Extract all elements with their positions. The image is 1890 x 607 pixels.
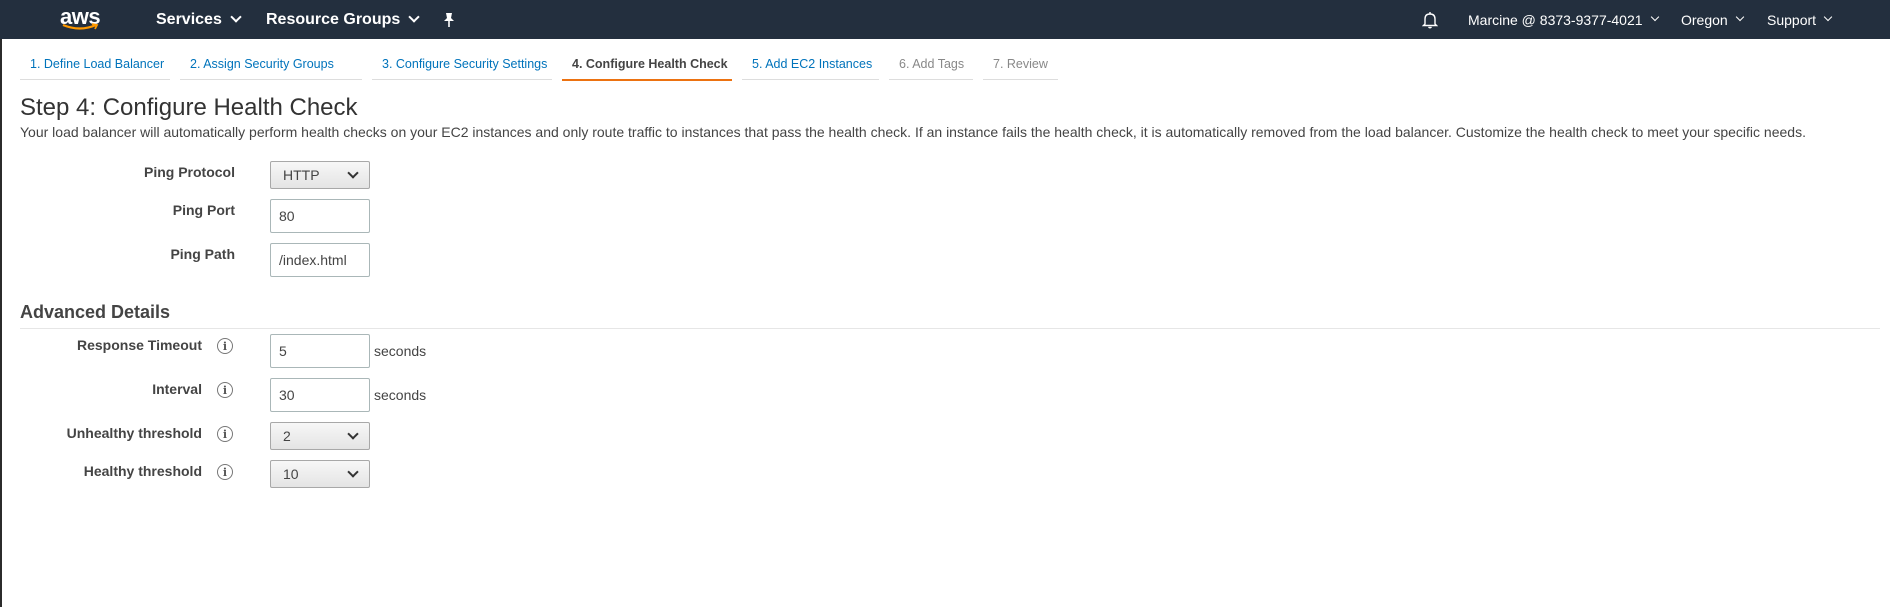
tab-add-tags: 6. Add Tags (889, 57, 973, 80)
response-timeout-input[interactable]: 5 (270, 334, 370, 368)
step-description: Your load balancer will automatically pe… (20, 124, 1806, 140)
notifications-button[interactable] (1422, 0, 1438, 39)
interval-input[interactable]: 30 (270, 378, 370, 412)
tab-add-ec2-instances[interactable]: 5. Add EC2 Instances (742, 57, 879, 80)
info-icon[interactable]: i (217, 426, 233, 442)
page-title: Step 4: Configure Health Check (20, 94, 358, 121)
resource-groups-label: Resource Groups (266, 10, 401, 28)
support-label: Support (1767, 11, 1817, 28)
ping-protocol-value: HTTP (283, 167, 320, 183)
healthy-threshold-value: 10 (283, 466, 299, 482)
chevron-down-icon (347, 167, 359, 179)
info-icon[interactable]: i (217, 338, 233, 354)
resource-groups-menu[interactable]: Resource Groups (266, 0, 420, 39)
bell-icon (1422, 11, 1438, 28)
tab-configure-security-settings[interactable]: 3. Configure Security Settings (372, 57, 552, 80)
region-label: Oregon (1681, 11, 1728, 28)
advanced-details-title: Advanced Details (20, 302, 171, 322)
ping-port-label: Ping Port (172, 202, 235, 218)
chevron-down-icon (347, 466, 359, 478)
region-menu[interactable]: Oregon (1681, 0, 1744, 39)
services-menu[interactable]: Services (156, 0, 242, 39)
interval-label: Interval (152, 381, 202, 397)
response-timeout-label: Response Timeout (77, 337, 202, 353)
tab-assign-security-groups[interactable]: 2. Assign Security Groups (180, 57, 362, 80)
unhealthy-threshold-select[interactable]: 2 (270, 422, 370, 450)
ping-protocol-label: Ping Protocol (144, 164, 235, 180)
chevron-down-icon (347, 428, 359, 440)
services-label: Services (156, 10, 222, 28)
unhealthy-threshold-label: Unhealthy threshold (66, 425, 202, 441)
page-left-border (0, 39, 2, 607)
chevron-down-icon (1823, 12, 1833, 21)
ping-path-input[interactable]: /index.html (270, 243, 370, 277)
aws-smile-icon (62, 23, 99, 30)
unhealthy-threshold-value: 2 (283, 428, 291, 444)
aws-logo[interactable]: aws (60, 0, 101, 39)
ping-path-label: Ping Path (170, 246, 235, 262)
tab-define-load-balancer[interactable]: 1. Define Load Balancer (20, 57, 170, 80)
account-menu[interactable]: Marcine @ 8373-9377-4021 (1468, 0, 1659, 39)
chevron-down-icon (408, 10, 420, 23)
pin-button[interactable] (442, 0, 456, 39)
interval-unit: seconds (374, 387, 427, 403)
support-menu[interactable]: Support (1767, 0, 1833, 39)
chevron-down-icon (230, 10, 242, 23)
pin-icon (444, 12, 454, 27)
info-icon[interactable]: i (217, 382, 233, 398)
response-timeout-unit: seconds (374, 343, 427, 359)
chevron-down-icon (1735, 12, 1744, 21)
ping-protocol-select[interactable]: HTTP (270, 161, 370, 189)
account-label: Marcine @ 8373-9377-4021 (1468, 11, 1643, 28)
section-divider (20, 328, 1880, 329)
healthy-threshold-select[interactable]: 10 (270, 460, 370, 488)
info-icon[interactable]: i (217, 464, 233, 480)
top-navigation-bar: aws Services Resource Groups Marcine @ 8… (0, 0, 1890, 39)
healthy-threshold-label: Healthy threshold (83, 463, 202, 479)
tab-configure-health-check[interactable]: 4. Configure Health Check (562, 57, 732, 81)
tab-review: 7. Review (983, 57, 1058, 80)
chevron-down-icon (1650, 12, 1659, 21)
ping-port-input[interactable]: 80 (270, 199, 370, 233)
